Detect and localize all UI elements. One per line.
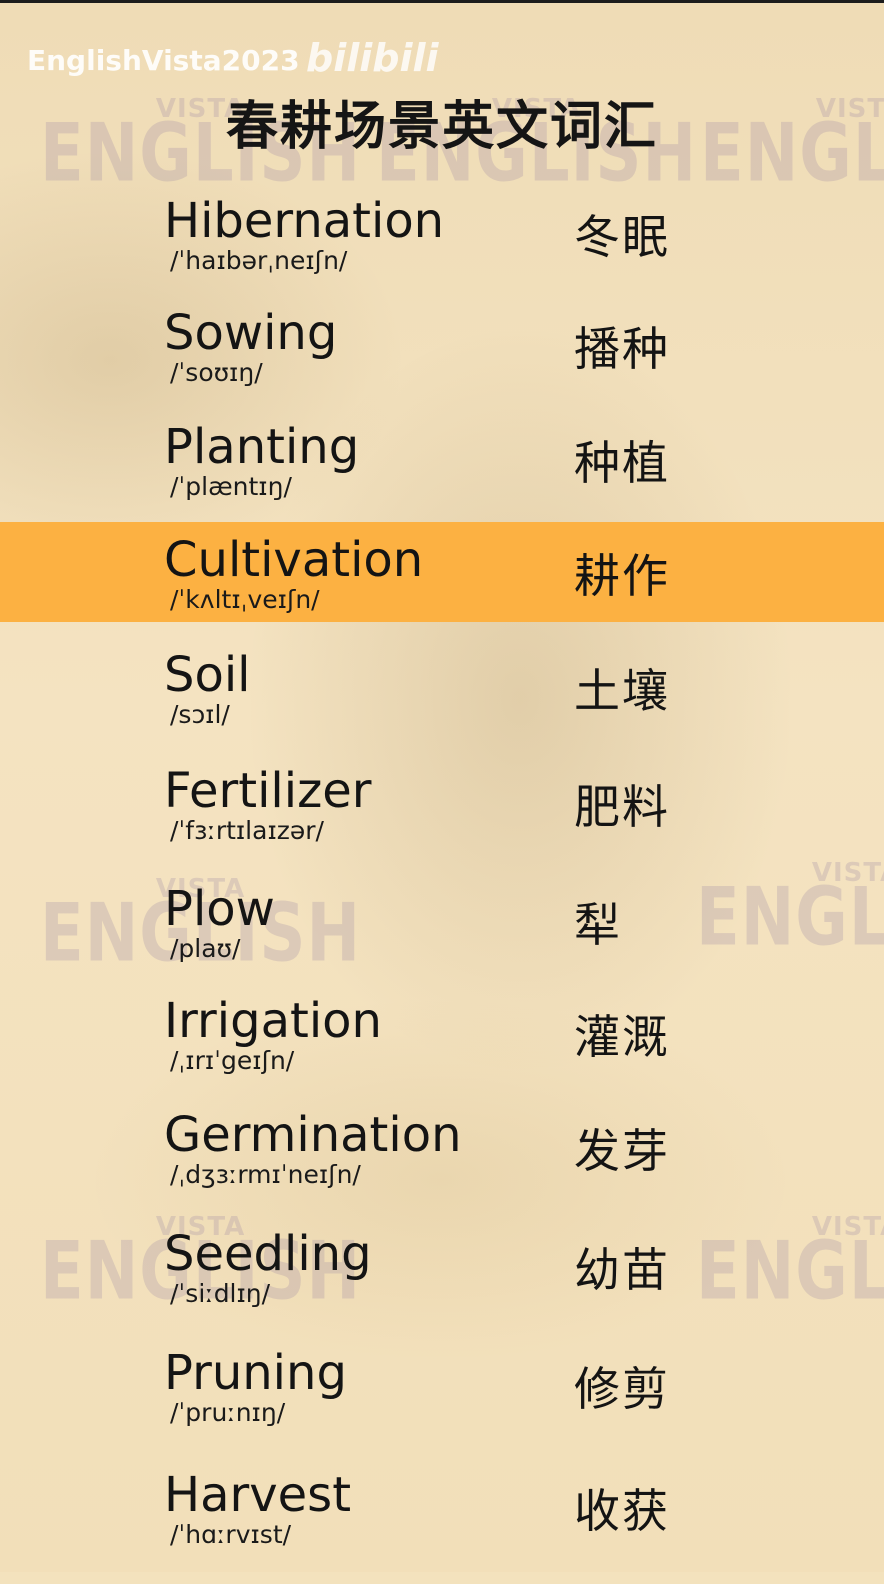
chinese-meaning: 肥料	[574, 780, 670, 834]
vocab-row: Harvest /ˈhɑːrvɪst/ 收获	[0, 1468, 884, 1584]
vocab-row: Plow /plaʊ/ 犁	[0, 882, 884, 998]
vocab-row: Pruning /ˈpruːnɪŋ/ 修剪	[0, 1346, 884, 1462]
english-word: Harvest	[164, 1467, 352, 1523]
phonetic: /ˈkʌltɪˌveɪʃn/	[170, 585, 320, 614]
phonetic: /sɔɪl/	[170, 700, 230, 729]
vocab-row: Soil /sɔɪl/ 土壤	[0, 648, 884, 764]
chinese-meaning: 土壤	[574, 664, 670, 718]
english-word: Soil	[164, 647, 251, 703]
english-word: Irrigation	[164, 993, 382, 1049]
phonetic: /ˈplæntɪŋ/	[170, 472, 292, 501]
phonetic: /ˈsiːdlɪŋ/	[170, 1279, 271, 1308]
chinese-meaning: 收获	[574, 1484, 670, 1538]
chinese-meaning: 灌溉	[574, 1010, 670, 1064]
chinese-meaning: 耕作	[574, 549, 670, 603]
phonetic: /ˈpruːnɪŋ/	[170, 1398, 286, 1427]
chinese-meaning: 种植	[574, 436, 670, 490]
chinese-meaning: 犁	[574, 898, 622, 952]
vocab-row: Sowing /ˈsoʊɪŋ/ 播种	[0, 306, 884, 422]
phonetic: /ˈfɜːrtɪlaɪzər/	[170, 816, 324, 845]
phonetic: /ˈhaɪbərˌneɪʃn/	[170, 246, 348, 275]
english-word: Seedling	[164, 1226, 372, 1282]
top-edge	[0, 0, 884, 3]
vocab-row: Planting /ˈplæntɪŋ/ 种植	[0, 420, 884, 536]
english-word: Germination	[164, 1107, 462, 1163]
phonetic: /ˈhɑːrvɪst/	[170, 1520, 292, 1549]
english-word: Sowing	[164, 305, 338, 361]
page-title: 春耕场景英文词汇	[225, 97, 658, 157]
chinese-meaning: 发芽	[574, 1124, 670, 1178]
english-word: Hibernation	[164, 193, 445, 249]
phonetic: /ˈsoʊɪŋ/	[170, 358, 263, 387]
chinese-meaning: 冬眠	[574, 210, 670, 264]
phonetic: /ˌɪrɪˈgeɪʃn/	[170, 1046, 295, 1075]
english-word: Cultivation	[164, 532, 424, 588]
vocab-row: Seedling /ˈsiːdlɪŋ/ 幼苗	[0, 1227, 884, 1343]
english-word: Pruning	[164, 1345, 347, 1401]
phonetic: /plaʊ/	[170, 934, 241, 963]
vocab-row: Fertilizer /ˈfɜːrtɪlaɪzər/ 肥料	[0, 764, 884, 880]
english-word: Planting	[164, 419, 360, 475]
vocab-row: Hibernation /ˈhaɪbərˌneɪʃn/ 冬眠	[0, 194, 884, 310]
vocab-row: Germination /ˌdʒɜːrmɪˈneɪʃn/ 发芽	[0, 1108, 884, 1224]
vocab-row: Irrigation /ˌɪrɪˈgeɪʃn/ 灌溉	[0, 994, 884, 1110]
channel-name: EnglishVista2023	[27, 44, 300, 77]
chinese-meaning: 幼苗	[574, 1243, 670, 1297]
english-word: Plow	[164, 881, 275, 937]
english-word: Fertilizer	[164, 763, 372, 819]
vocab-row-highlighted: Cultivation /ˈkʌltɪˌveɪʃn/ 耕作	[0, 533, 884, 649]
chinese-meaning: 播种	[574, 322, 670, 376]
phonetic: /ˌdʒɜːrmɪˈneɪʃn/	[170, 1160, 361, 1189]
bilibili-logo: bilibili	[306, 36, 439, 80]
chinese-meaning: 修剪	[574, 1362, 670, 1416]
